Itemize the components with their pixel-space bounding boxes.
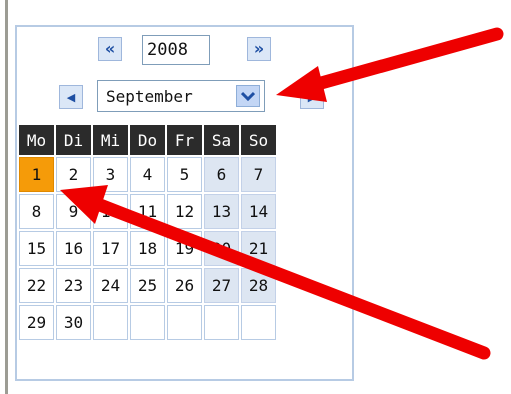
- weekday-header: Mo: [19, 125, 54, 155]
- day-cell[interactable]: 5: [167, 157, 202, 192]
- right-triangle-icon: ▶: [307, 90, 317, 104]
- day-cell-empty: [204, 305, 239, 340]
- day-cell-weekend[interactable]: 28: [241, 268, 276, 303]
- day-cell-weekend[interactable]: 7: [241, 157, 276, 192]
- day-cell[interactable]: 18: [130, 231, 165, 266]
- day-grid: Mo Di Mi Do Fr Sa So 1 2 3 4 5 6 7 8 9 1…: [17, 123, 278, 342]
- day-cell-empty: [130, 305, 165, 340]
- day-cell[interactable]: 26: [167, 268, 202, 303]
- day-cell[interactable]: 10: [93, 194, 128, 229]
- day-cell-weekend[interactable]: 14: [241, 194, 276, 229]
- double-left-arrow-icon: «: [104, 39, 116, 58]
- day-cell[interactable]: 19: [167, 231, 202, 266]
- week-row: 15 16 17 18 19 20 21: [19, 231, 276, 266]
- weekday-header: Sa: [204, 125, 239, 155]
- day-cell-selected[interactable]: 1: [19, 157, 54, 192]
- day-cell[interactable]: 25: [130, 268, 165, 303]
- weekday-header: Do: [130, 125, 165, 155]
- next-year-button[interactable]: »: [247, 37, 271, 61]
- weekday-header: Di: [56, 125, 91, 155]
- day-cell-empty: [167, 305, 202, 340]
- day-cell[interactable]: 23: [56, 268, 91, 303]
- day-cell[interactable]: 24: [93, 268, 128, 303]
- weekday-header: Mi: [93, 125, 128, 155]
- day-cell[interactable]: 9: [56, 194, 91, 229]
- weekday-header: Fr: [167, 125, 202, 155]
- day-cell-weekend[interactable]: 21: [241, 231, 276, 266]
- day-cell[interactable]: 12: [167, 194, 202, 229]
- day-cell[interactable]: 8: [19, 194, 54, 229]
- month-select[interactable]: September: [97, 80, 265, 112]
- day-cell-weekend[interactable]: 13: [204, 194, 239, 229]
- date-picker: « 2008 » ◀ September ▶ Mo Di Mi Do Fr Sa…: [15, 25, 354, 381]
- day-cell[interactable]: 17: [93, 231, 128, 266]
- week-row: 8 9 10 11 12 13 14: [19, 194, 276, 229]
- weekday-header: So: [241, 125, 276, 155]
- day-cell[interactable]: 3: [93, 157, 128, 192]
- week-row: 22 23 24 25 26 27 28: [19, 268, 276, 303]
- day-cell-weekend[interactable]: 20: [204, 231, 239, 266]
- day-cell[interactable]: 15: [19, 231, 54, 266]
- day-cell-empty: [93, 305, 128, 340]
- day-cell-weekend[interactable]: 6: [204, 157, 239, 192]
- prev-year-button[interactable]: «: [98, 37, 122, 61]
- left-triangle-icon: ◀: [66, 90, 76, 104]
- chevron-down-icon[interactable]: [236, 85, 260, 107]
- double-right-arrow-icon: »: [253, 39, 265, 58]
- prev-month-button[interactable]: ◀: [59, 85, 83, 109]
- week-row: 1 2 3 4 5 6 7: [19, 157, 276, 192]
- weekday-header-row: Mo Di Mi Do Fr Sa So: [19, 125, 276, 155]
- year-input[interactable]: 2008: [142, 35, 210, 65]
- day-cell[interactable]: 2: [56, 157, 91, 192]
- next-month-button[interactable]: ▶: [300, 85, 324, 109]
- day-cell[interactable]: 4: [130, 157, 165, 192]
- month-select-value: September: [106, 86, 193, 106]
- day-cell-weekend[interactable]: 27: [204, 268, 239, 303]
- day-cell-empty: [241, 305, 276, 340]
- day-cell[interactable]: 11: [130, 194, 165, 229]
- day-cell[interactable]: 22: [19, 268, 54, 303]
- left-divider: [5, 0, 8, 394]
- day-cell[interactable]: 30: [56, 305, 91, 340]
- day-cell[interactable]: 16: [56, 231, 91, 266]
- day-cell[interactable]: 29: [19, 305, 54, 340]
- week-row: 29 30: [19, 305, 276, 340]
